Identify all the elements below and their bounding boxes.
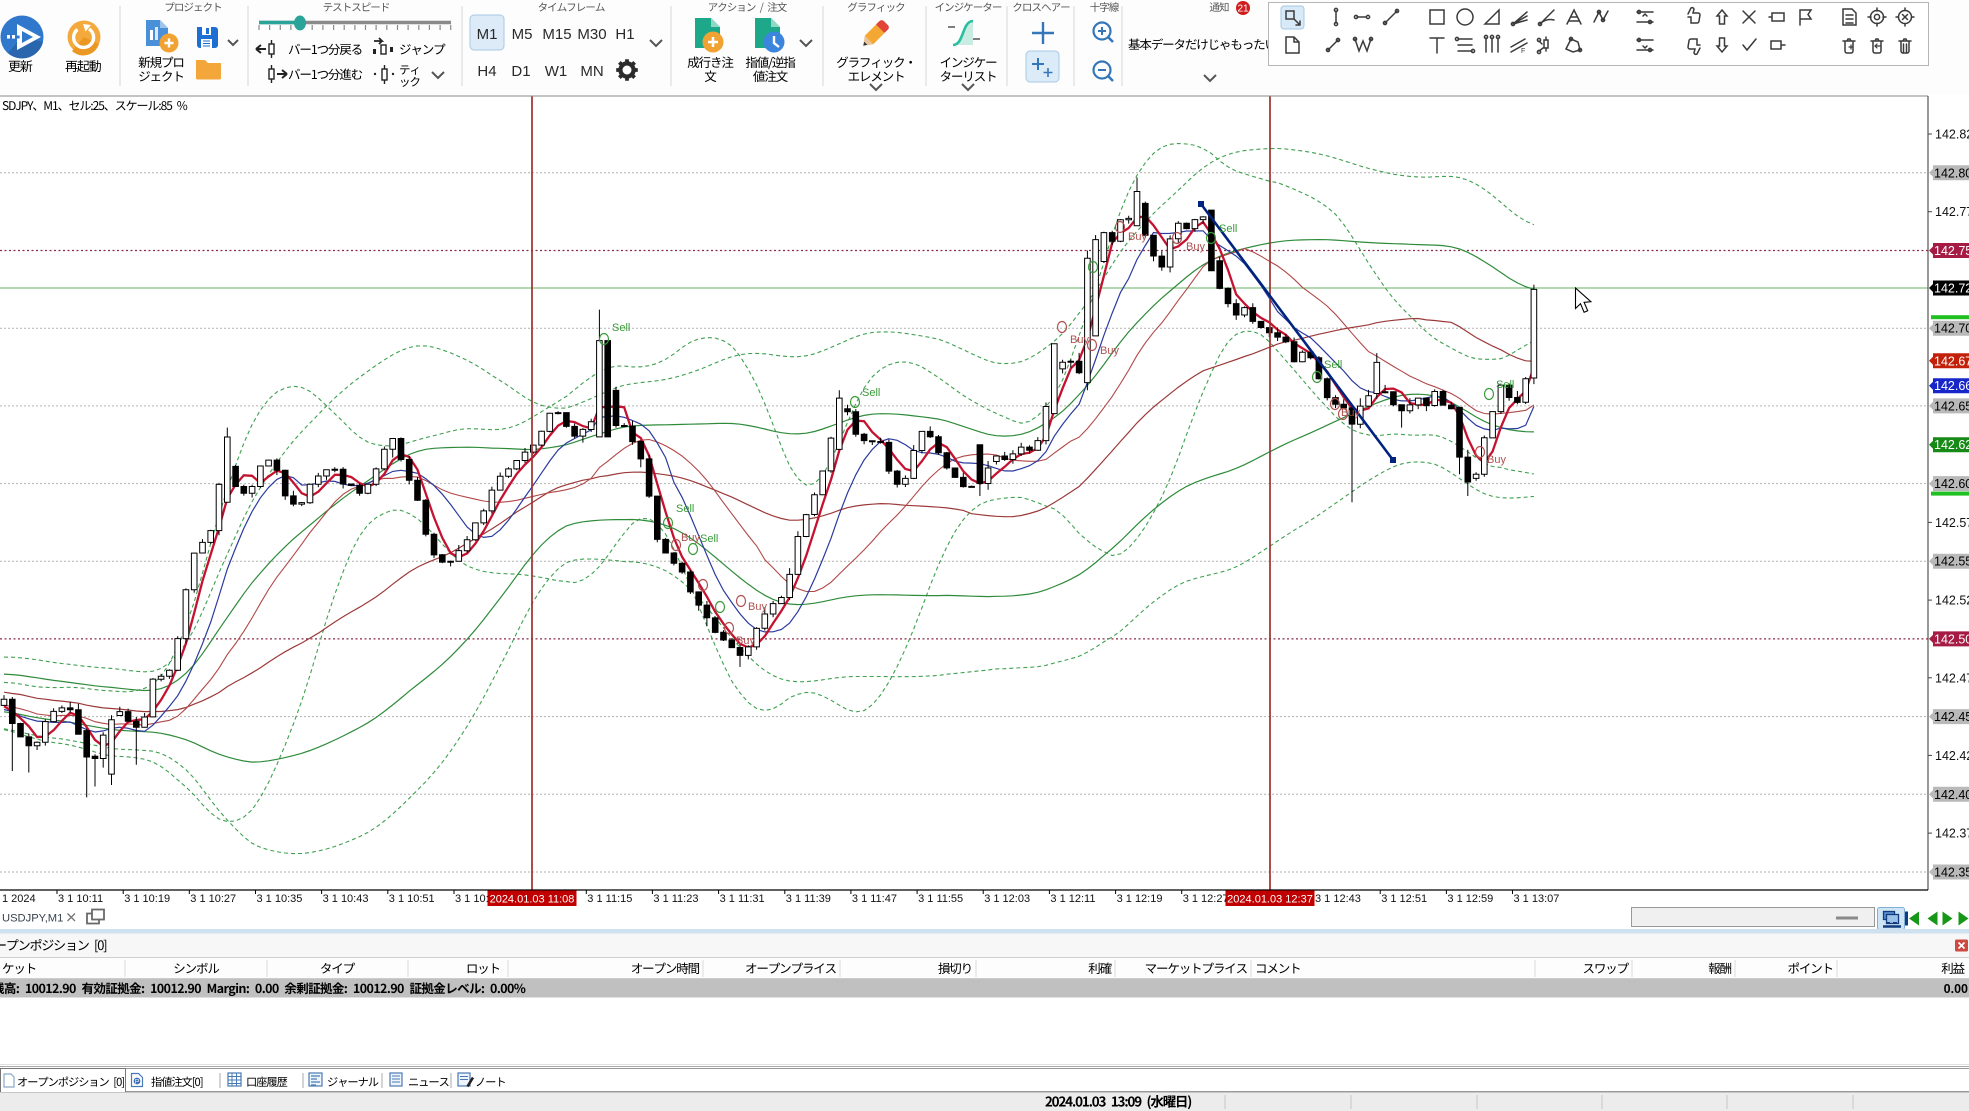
svg-text:142.425: 142.425: [1935, 749, 1969, 763]
svg-text:Buy: Buy: [748, 601, 767, 613]
svg-text:142.550: 142.550: [1934, 555, 1969, 569]
svg-text:3 1 12:11: 3 1 12:11: [1050, 893, 1095, 905]
svg-text:3 1 11:23: 3 1 11:23: [653, 893, 698, 905]
svg-text:M15: M15: [542, 26, 571, 43]
svg-text:3 1 13:07: 3 1 13:07: [1514, 893, 1560, 905]
svg-text:142.650: 142.650: [1934, 399, 1969, 413]
svg-text:3 1 12:59: 3 1 12:59: [1447, 893, 1493, 905]
svg-text:3 1 10:27: 3 1 10:27: [190, 893, 236, 905]
svg-text:142.677: 142.677: [1934, 354, 1969, 368]
svg-text:Sell: Sell: [862, 387, 880, 399]
svg-text:3 1 11:39: 3 1 11:39: [786, 893, 831, 905]
svg-text:142.350: 142.350: [1934, 866, 1969, 880]
svg-text:3 1 12:51: 3 1 12:51: [1381, 893, 1427, 905]
svg-text:F: F: [1521, 48, 1525, 55]
svg-text:3 1 11:15: 3 1 11:15: [587, 893, 632, 905]
svg-text:1 2024: 1 2024: [2, 893, 36, 905]
svg-text:142.663: 142.663: [1934, 379, 1969, 393]
svg-text:M30: M30: [577, 26, 606, 43]
svg-text:142.800: 142.800: [1934, 166, 1969, 180]
svg-text:M1: M1: [477, 26, 498, 43]
svg-text:3 1 10:11: 3 1 10:11: [58, 893, 103, 905]
svg-text:142.825: 142.825: [1935, 128, 1969, 142]
svg-text:3 1 11:47: 3 1 11:47: [852, 893, 897, 905]
svg-text:142.600: 142.600: [1934, 477, 1969, 491]
svg-text:142.775: 142.775: [1935, 205, 1969, 219]
svg-text:Buy: Buy: [1100, 345, 1119, 357]
svg-text:3 1 10:43: 3 1 10:43: [323, 893, 369, 905]
svg-text:Sell: Sell: [676, 503, 694, 515]
svg-text:142.624: 142.624: [1934, 438, 1969, 452]
svg-text:2024.01.03 11:08: 2024.01.03 11:08: [490, 894, 575, 906]
svg-text:Buy: Buy: [1128, 231, 1147, 243]
svg-text:D1: D1: [511, 63, 530, 80]
svg-text:Buy: Buy: [1186, 241, 1205, 253]
svg-text:0.00: 0.00: [1944, 982, 1968, 996]
svg-text:Sell: Sell: [612, 322, 630, 334]
svg-text:P: P: [135, 1079, 139, 1086]
svg-text:3 1 12:19: 3 1 12:19: [1117, 893, 1163, 905]
svg-text:3 1 12:27: 3 1 12:27: [1183, 893, 1229, 905]
svg-text:3 1 10:35: 3 1 10:35: [257, 893, 303, 905]
svg-text:Buy: Buy: [736, 635, 755, 647]
svg-text:142.525: 142.525: [1935, 594, 1969, 608]
svg-text:Sell: Sell: [700, 533, 718, 545]
svg-text:142.375: 142.375: [1935, 827, 1969, 841]
svg-text:3 1 11:31: 3 1 11:31: [720, 893, 765, 905]
svg-text:3 1 12:43: 3 1 12:43: [1315, 893, 1361, 905]
svg-text:W1: W1: [545, 63, 568, 80]
svg-text:Sell: Sell: [1496, 379, 1514, 391]
svg-text:21: 21: [1237, 4, 1249, 15]
svg-text:Buy: Buy: [1487, 454, 1506, 466]
svg-text:2024.01.03 12:37: 2024.01.03 12:37: [1227, 894, 1313, 906]
svg-text:Sell: Sell: [1324, 359, 1342, 371]
svg-text:142.700: 142.700: [1934, 322, 1969, 336]
svg-text:Buy: Buy: [1070, 334, 1089, 346]
svg-text:142.475: 142.475: [1935, 671, 1969, 685]
svg-text:3 1 10:19: 3 1 10:19: [124, 893, 170, 905]
svg-text:3 1 10:51: 3 1 10:51: [389, 893, 435, 905]
svg-text:MN: MN: [580, 63, 603, 80]
svg-text:M5: M5: [512, 26, 533, 43]
svg-text:Buy: Buy: [1341, 407, 1360, 419]
svg-text:USDJPY,M1: USDJPY,M1: [2, 913, 63, 925]
svg-text:142.400: 142.400: [1934, 788, 1969, 802]
svg-text:3 1 12:03: 3 1 12:03: [984, 893, 1030, 905]
svg-text:3 1 11:55: 3 1 11:55: [918, 893, 963, 905]
svg-text:H1: H1: [615, 26, 634, 43]
svg-text:142.722: 142.722: [1934, 282, 1969, 296]
svg-text:142.500: 142.500: [1934, 632, 1969, 646]
svg-text:142.750: 142.750: [1934, 244, 1969, 258]
svg-text:Sell: Sell: [1219, 223, 1237, 235]
svg-text:142.450: 142.450: [1934, 710, 1969, 724]
svg-text:Buy: Buy: [681, 532, 700, 544]
svg-text:142.575: 142.575: [1935, 516, 1969, 530]
svg-text:H4: H4: [477, 63, 496, 80]
